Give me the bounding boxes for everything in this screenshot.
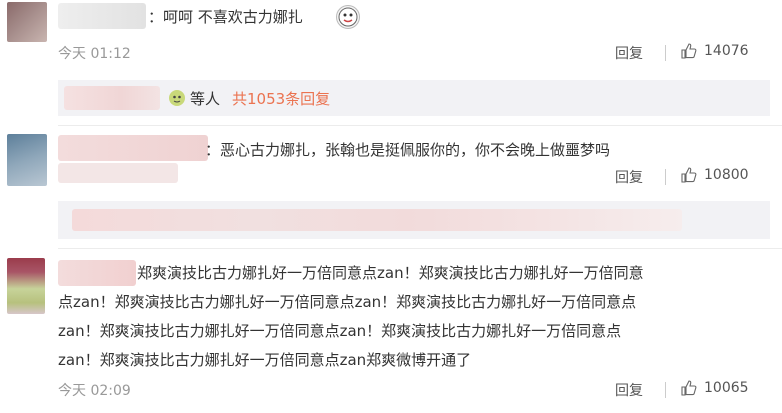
avatar[interactable] bbox=[7, 258, 45, 314]
separator bbox=[665, 382, 666, 398]
comment-text-line: zan！郑爽演技比古力娜扎好一万倍同意点zan！郑爽演技比古力娜扎好一万倍同意点 bbox=[58, 322, 622, 340]
reply-summary[interactable]: 等人 共1053条回复 bbox=[58, 80, 770, 116]
comment-time: 今天 02:09 bbox=[58, 383, 131, 399]
username-blurred[interactable] bbox=[58, 260, 136, 286]
like-count: 10065 bbox=[704, 380, 749, 396]
like-count: 10800 bbox=[704, 167, 749, 183]
avatar[interactable] bbox=[7, 134, 47, 186]
comment-text-line: zan！郑爽演技比古力娜扎好一万倍同意点zan郑爽微博开通了 bbox=[58, 351, 472, 369]
comment-time: 今天 01:12 bbox=[58, 46, 131, 62]
separator bbox=[665, 45, 666, 61]
reply-button[interactable]: 回复 bbox=[615, 43, 643, 63]
username-blurred[interactable] bbox=[58, 135, 208, 161]
like-button[interactable]: 10065 bbox=[680, 379, 749, 397]
username-blurred-line2 bbox=[58, 163, 178, 183]
avatar[interactable] bbox=[7, 2, 47, 42]
reply-count-link[interactable]: 共1053条回复 bbox=[232, 88, 330, 109]
like-button[interactable]: 14076 bbox=[680, 42, 749, 60]
divider bbox=[58, 248, 782, 249]
reply-user-icon bbox=[168, 89, 186, 107]
comment-text: ：恶心古力娜扎，张翰也是挺佩服你的，你不会晚上做噩梦吗 bbox=[205, 141, 611, 159]
blurred-content bbox=[72, 209, 682, 231]
like-button[interactable]: 10800 bbox=[680, 166, 749, 184]
comment-text-line: 郑爽演技比古力娜扎好一万倍同意点zan！郑爽演技比古力娜扎好一万倍同意 bbox=[137, 264, 644, 282]
thumbs-up-icon bbox=[681, 43, 697, 59]
username-blurred[interactable] bbox=[58, 3, 146, 29]
reply-button[interactable]: 回复 bbox=[615, 380, 643, 400]
comment-text: ：呵呵 不喜欢古力娜扎 bbox=[148, 8, 303, 26]
reply-button[interactable]: 回复 bbox=[615, 167, 643, 187]
reply-summary-text: 等人 bbox=[190, 90, 221, 108]
comment-text-line: 点zan！郑爽演技比古力娜扎好一万倍同意点zan！郑爽演技比古力娜扎好一万倍同意… bbox=[58, 293, 637, 311]
separator bbox=[665, 169, 666, 185]
like-count: 14076 bbox=[704, 43, 749, 59]
thumbs-up-icon bbox=[681, 380, 697, 396]
divider bbox=[58, 125, 782, 126]
sticker-icon bbox=[336, 5, 360, 29]
thumbs-up-icon bbox=[681, 167, 697, 183]
reply-summary-blurred[interactable] bbox=[58, 201, 770, 239]
reply-avatars-blurred bbox=[64, 86, 160, 110]
